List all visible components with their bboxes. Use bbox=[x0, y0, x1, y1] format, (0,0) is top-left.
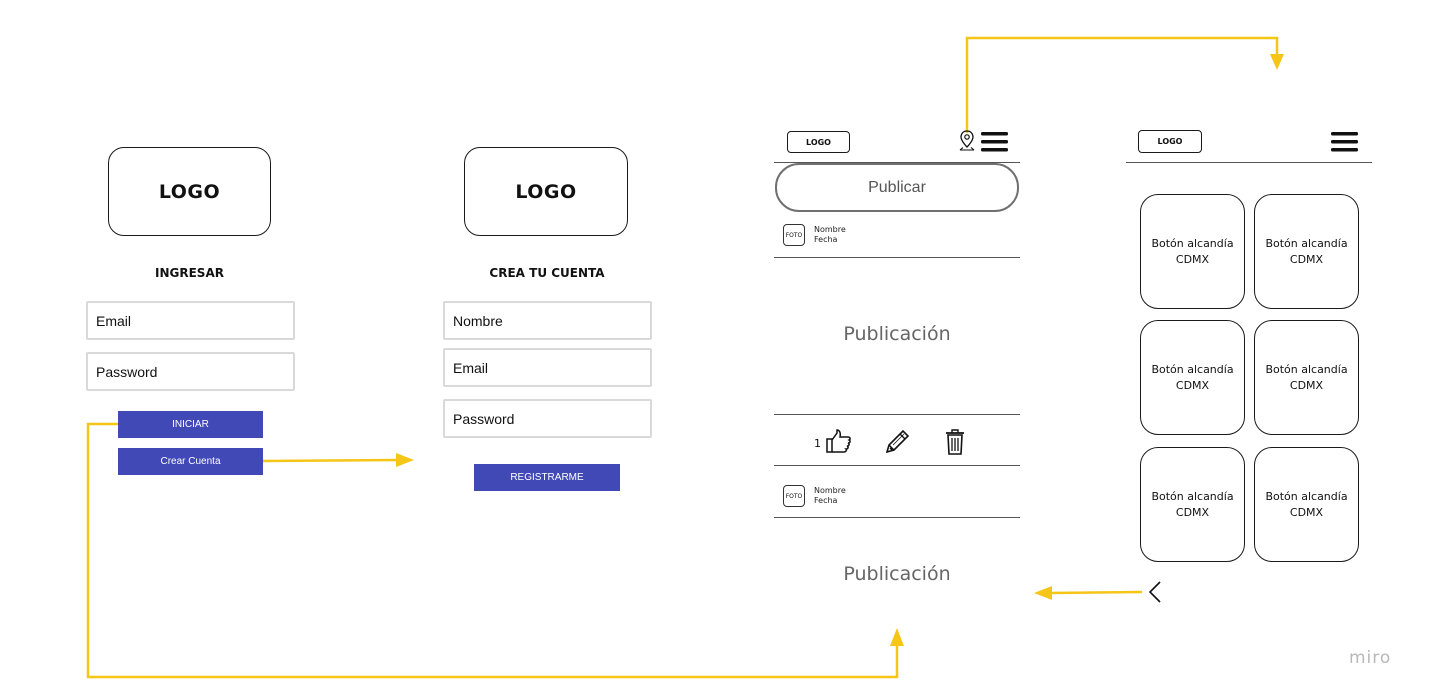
alcaldia-button-city: CDMX bbox=[1175, 505, 1210, 519]
location-pin-icon[interactable] bbox=[958, 129, 976, 153]
arrow-create-to-register bbox=[262, 458, 401, 463]
create-account-button[interactable]: Crear Cuenta bbox=[118, 448, 263, 475]
alcaldia-button-city: CDMX bbox=[1289, 505, 1324, 519]
register-email-field[interactable]: Email bbox=[443, 348, 652, 387]
alcaldia-button-label: Botón alcandía bbox=[1265, 362, 1348, 376]
post-divider bbox=[774, 517, 1020, 518]
register-button[interactable]: REGISTRARME bbox=[474, 464, 620, 491]
arrowhead-feed bbox=[890, 628, 904, 646]
alcaldia-button-label: Botón alcandía bbox=[1151, 489, 1234, 503]
post-date: Fecha bbox=[814, 496, 838, 505]
alcaldia-button-city: CDMX bbox=[1289, 252, 1324, 266]
alcaldia-button-city: CDMX bbox=[1175, 378, 1210, 392]
post-author-meta: Nombre Fecha bbox=[814, 486, 846, 506]
post-author-photo: FOTO bbox=[783, 485, 805, 507]
like-count: 1 bbox=[814, 437, 821, 450]
alcaldia-button-label: Botón alcandía bbox=[1265, 489, 1348, 503]
alcaldia-button-label: Botón alcandía bbox=[1151, 236, 1234, 250]
post-author-meta: Nombre Fecha bbox=[814, 225, 846, 245]
alcaldia-button[interactable]: Botón alcandía CDMX bbox=[1254, 194, 1359, 309]
arrow-location-to-menu bbox=[965, 36, 1279, 133]
pencil-icon[interactable] bbox=[883, 428, 911, 456]
alcaldia-button-label: Botón alcandía bbox=[1151, 362, 1234, 376]
trash-icon[interactable] bbox=[944, 428, 966, 456]
arrowhead-back bbox=[1034, 586, 1052, 600]
arrow-back-to-feed bbox=[1049, 590, 1143, 595]
post-date: Fecha bbox=[814, 235, 838, 244]
post-content: Publicación bbox=[843, 323, 951, 345]
feed-logo: LOGO bbox=[787, 131, 850, 153]
back-chevron-icon[interactable] bbox=[1147, 580, 1163, 604]
hamburger-menu-icon[interactable] bbox=[981, 131, 1008, 153]
post-author-photo: FOTO bbox=[783, 224, 805, 246]
alcaldia-button[interactable]: Botón alcandía CDMX bbox=[1140, 320, 1245, 435]
menu-logo: LOGO bbox=[1138, 130, 1202, 153]
register-name-field[interactable]: Nombre bbox=[443, 301, 652, 340]
arrowhead-menu bbox=[1270, 54, 1284, 70]
alcaldia-button-label: Botón alcandía bbox=[1265, 236, 1348, 250]
login-button[interactable]: INICIAR bbox=[118, 411, 263, 438]
alcaldia-button[interactable]: Botón alcandía CDMX bbox=[1254, 320, 1359, 435]
post-divider bbox=[774, 257, 1020, 258]
thumbs-up-icon[interactable] bbox=[825, 428, 852, 454]
publish-button[interactable]: Publicar bbox=[775, 163, 1019, 212]
menu-header-divider bbox=[1126, 162, 1372, 163]
arrowhead-register bbox=[396, 453, 414, 467]
post-divider bbox=[774, 465, 1020, 466]
login-email-field[interactable]: Email bbox=[86, 301, 295, 340]
login-logo: LOGO bbox=[108, 147, 271, 236]
register-password-field[interactable]: Password bbox=[443, 399, 652, 438]
alcaldia-button[interactable]: Botón alcandía CDMX bbox=[1140, 447, 1245, 562]
miro-watermark: miro bbox=[1349, 648, 1392, 668]
register-heading: CREA TU CUENTA bbox=[489, 266, 605, 280]
publish-button-label: Publicar bbox=[868, 178, 926, 196]
alcaldia-button-city: CDMX bbox=[1289, 378, 1324, 392]
alcaldia-button[interactable]: Botón alcandía CDMX bbox=[1140, 194, 1245, 309]
post-author-name: Nombre bbox=[814, 225, 846, 234]
post-author-name: Nombre bbox=[814, 486, 846, 495]
register-logo: LOGO bbox=[464, 147, 628, 236]
login-heading: INGRESAR bbox=[155, 266, 224, 280]
hamburger-menu-icon[interactable] bbox=[1331, 131, 1358, 153]
post-divider bbox=[774, 414, 1020, 415]
login-password-field[interactable]: Password bbox=[86, 352, 295, 391]
post-content: Publicación bbox=[843, 563, 951, 585]
alcaldia-button-city: CDMX bbox=[1175, 252, 1210, 266]
alcaldia-button[interactable]: Botón alcandía CDMX bbox=[1254, 447, 1359, 562]
